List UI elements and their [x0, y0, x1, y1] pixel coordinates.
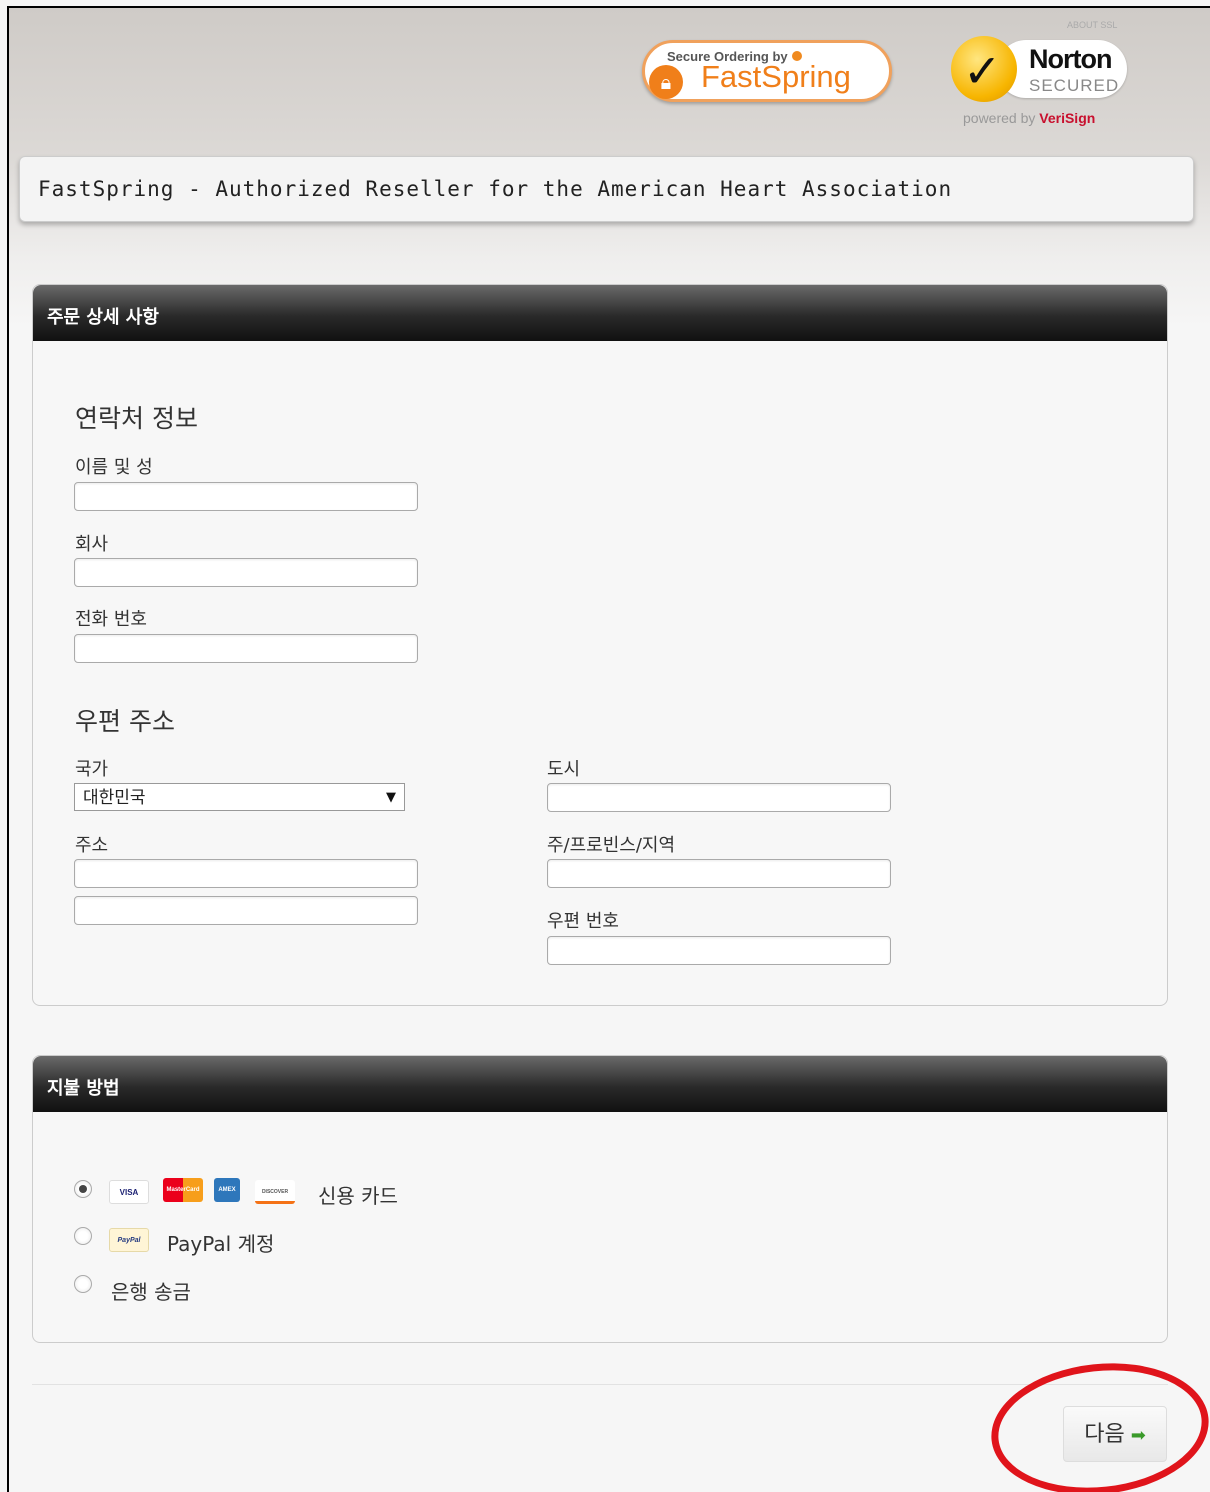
payment-method-header: 지불 방법: [33, 1056, 1167, 1112]
postal-address-heading: 우편 주소: [75, 707, 175, 736]
mastercard-icon: MasterCard: [163, 1178, 203, 1202]
address-label: 주소: [75, 835, 109, 856]
page-title: FastSpring - Authorized Reseller for the…: [38, 177, 953, 201]
order-details-title: 주문 상세 사항: [47, 307, 159, 328]
norton-secured-badge[interactable]: ABOUT SSL ✓ Norton SECURED powered by Ve…: [949, 18, 1149, 138]
norton-word: Norton: [1029, 44, 1112, 74]
footer-divider: [32, 1384, 1168, 1385]
fastspring-logo-text: FastSpring: [701, 59, 851, 94]
address-line1-input[interactable]: [74, 859, 418, 888]
country-select[interactable]: 대한민국 ▼: [74, 783, 405, 811]
norton-about-ssl: ABOUT SSL: [1067, 20, 1118, 30]
payment-method-title: 지불 방법: [47, 1078, 120, 1099]
norton-check-icon: ✓: [951, 36, 1017, 102]
dropdown-arrow-icon: ▼: [386, 790, 396, 805]
phone-input[interactable]: [74, 634, 418, 663]
phone-label: 전화 번호: [75, 609, 147, 630]
country-label: 국가: [75, 759, 109, 780]
credit-card-label[interactable]: 신용 카드: [318, 1180, 398, 1209]
credit-card-radio[interactable]: [74, 1180, 92, 1198]
paypal-radio[interactable]: [74, 1227, 92, 1245]
name-label: 이름 및 성: [75, 457, 153, 478]
state-label: 주/프로빈스/지역: [547, 835, 676, 856]
country-select-value: 대한민국: [83, 788, 146, 808]
paypal-icon: PayPal: [109, 1228, 149, 1252]
norton-secured-text: SECURED: [1029, 76, 1120, 95]
paypal-label[interactable]: PayPal 계정: [167, 1228, 274, 1257]
payment-method-panel: 지불 방법 VISA MasterCard AMEX DISCOVER 신용 카…: [32, 1055, 1168, 1343]
amex-card-icon: AMEX: [214, 1178, 240, 1202]
zip-label: 우편 번호: [547, 911, 619, 932]
reseller-header: FastSpring - Authorized Reseller for the…: [19, 156, 1194, 222]
annotation-circle: [984, 1352, 1210, 1492]
company-label: 회사: [75, 534, 109, 555]
lock-icon: 🔒︎: [649, 65, 683, 99]
name-input[interactable]: [74, 482, 418, 511]
company-input[interactable]: [74, 558, 418, 587]
zip-input[interactable]: [547, 936, 891, 965]
bank-transfer-radio[interactable]: [74, 1275, 92, 1293]
city-label: 도시: [547, 759, 581, 780]
page: 🔒︎ Secure Ordering by FastSpring ABOUT S…: [7, 6, 1210, 1492]
city-input[interactable]: [547, 783, 891, 812]
discover-card-icon: DISCOVER: [255, 1180, 295, 1204]
contact-info-heading: 연락처 정보: [75, 404, 198, 433]
bank-transfer-label[interactable]: 은행 송금: [111, 1276, 191, 1305]
state-input[interactable]: [547, 859, 891, 888]
order-details-header: 주문 상세 사항: [33, 285, 1167, 341]
visa-card-icon: VISA: [109, 1180, 149, 1204]
fastspring-secure-badge[interactable]: 🔒︎ Secure Ordering by FastSpring: [642, 40, 892, 102]
order-details-panel: 주문 상세 사항 연락처 정보 이름 및 성 회사 전화 번호 우편 주소 국가…: [32, 284, 1168, 1006]
norton-powered-by: powered by VeriSign: [963, 110, 1096, 126]
address-line2-input[interactable]: [74, 896, 418, 925]
